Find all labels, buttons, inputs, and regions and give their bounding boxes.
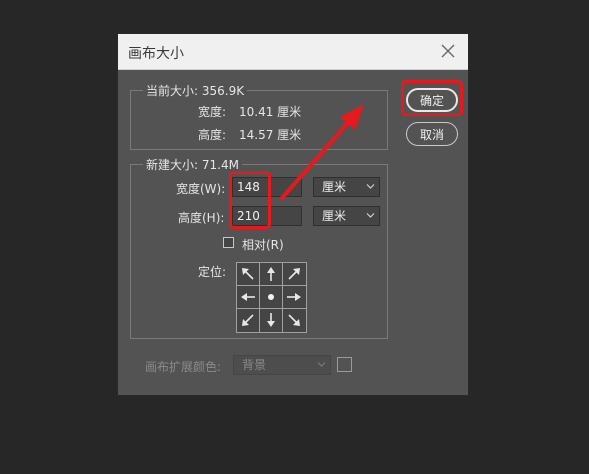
arrow-right-icon xyxy=(287,293,301,301)
relative-checkbox[interactable] xyxy=(223,237,234,248)
anchor-bottom[interactable] xyxy=(260,309,283,332)
anchor-grid xyxy=(236,262,307,333)
current-size-legend: 当前大小: 356.9K xyxy=(143,82,248,99)
dialog-titlebar: 画布大小 xyxy=(118,34,468,70)
chevron-down-icon xyxy=(317,362,326,367)
current-height-value: 14.57 厘米 xyxy=(239,128,302,142)
current-height-label: 高度: xyxy=(198,128,227,142)
relative-label[interactable]: 相对(R) xyxy=(242,236,284,253)
anchor-bottom-right[interactable] xyxy=(283,309,306,332)
anchor-bottom-left[interactable] xyxy=(237,309,260,332)
new-height-label: 高度(H): xyxy=(178,211,225,225)
chevron-down-icon xyxy=(366,184,375,189)
anchor-top-left[interactable] xyxy=(237,263,260,286)
anchor-left[interactable] xyxy=(237,286,260,309)
canvas-size-dialog: 画布大小 当前大小: 356.9K 宽度: 10.41 厘米 高度: 14.57… xyxy=(117,33,469,396)
close-icon[interactable] xyxy=(440,43,456,59)
width-unit-select[interactable]: 厘米 xyxy=(313,177,380,197)
arrow-up-icon xyxy=(267,267,275,281)
new-width-label: 宽度(W): xyxy=(176,182,226,196)
current-width-label: 宽度: xyxy=(198,105,227,119)
anchor-top[interactable] xyxy=(260,263,283,286)
chevron-down-icon xyxy=(366,213,375,218)
width-input[interactable] xyxy=(232,177,302,197)
anchor-label: 定位: xyxy=(198,265,227,279)
cancel-button[interactable]: 取消 xyxy=(406,122,458,146)
arrow-down-left-icon xyxy=(242,314,254,326)
width-unit-value: 厘米 xyxy=(322,180,347,194)
ok-button[interactable]: 确定 xyxy=(406,88,458,112)
extension-color-swatch[interactable] xyxy=(337,357,352,372)
arrow-up-left-icon xyxy=(242,268,254,280)
current-width-value: 10.41 厘米 xyxy=(239,105,302,119)
height-unit-value: 厘米 xyxy=(322,209,347,223)
anchor-top-right[interactable] xyxy=(283,263,306,286)
arrow-down-icon xyxy=(267,313,275,327)
extension-color-select[interactable]: 背景 xyxy=(233,355,331,375)
height-unit-select[interactable]: 厘米 xyxy=(313,206,380,226)
extension-color-value: 背景 xyxy=(242,358,267,372)
anchor-center[interactable] xyxy=(260,286,283,309)
arrow-up-right-icon xyxy=(288,268,300,280)
new-size-legend: 新建大小: 71.4M xyxy=(143,156,242,173)
anchor-right[interactable] xyxy=(283,286,306,309)
arrow-left-icon xyxy=(241,293,255,301)
arrow-down-right-icon xyxy=(288,314,300,326)
dialog-title: 画布大小 xyxy=(128,46,184,62)
anchor-dot-icon xyxy=(268,294,274,300)
height-input[interactable] xyxy=(232,206,302,226)
extension-color-label: 画布扩展颜色: xyxy=(145,360,222,374)
